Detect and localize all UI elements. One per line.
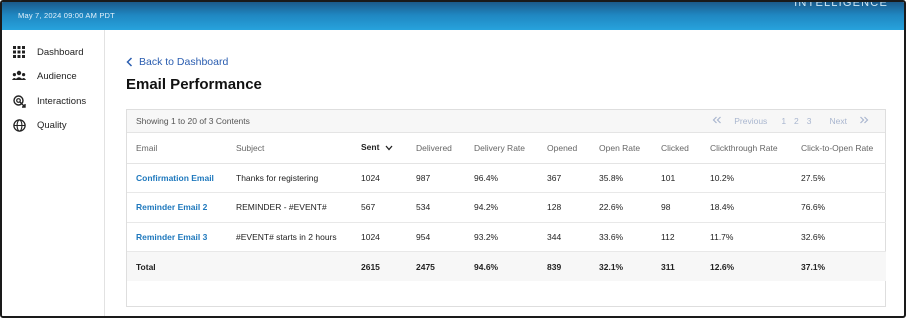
opened-cell: 367 — [538, 163, 590, 193]
page-title: Email Performance — [126, 76, 262, 93]
sidebar-item-interactions[interactable]: Interactions — [12, 93, 86, 109]
click-to-open-rate-cell: 76.6% — [792, 192, 886, 223]
click-to-open-rate-cell: 27.5% — [792, 163, 886, 193]
top-bar: May 7, 2024 09:00 AM PDT INTELLIGENCE — [2, 2, 904, 30]
results-count: Showing 1 to 20 of 3 Contents — [136, 116, 250, 126]
column-header-email[interactable]: Email — [127, 133, 227, 164]
subject-cell: Thanks for registering — [227, 163, 352, 193]
column-header-open-rate[interactable]: Open Rate — [590, 133, 652, 164]
open-rate-cell: 33.6% — [590, 222, 652, 252]
header-datetime: May 7, 2024 09:00 AM PDT — [18, 11, 115, 20]
app-window: May 7, 2024 09:00 AM PDT INTELLIGENCE Da… — [0, 0, 906, 318]
subject-cell — [227, 251, 352, 281]
sidebar-item-dashboard[interactable]: Dashboard — [12, 44, 83, 60]
sidebar: Dashboard Audience Interactions Quality — [2, 30, 105, 316]
column-header-delivered[interactable]: Delivered — [407, 133, 465, 164]
clicked-cell: 311 — [652, 251, 701, 281]
last-page-icon[interactable] — [859, 116, 869, 126]
delivery-rate-cell: 94.2% — [465, 192, 538, 223]
clicked-cell: 98 — [652, 192, 701, 223]
column-header-clicked[interactable]: Clicked — [652, 133, 701, 164]
table-row: Reminder Email 2 REMINDER - #EVENT# 567 … — [127, 192, 886, 223]
grid-icon — [12, 45, 26, 59]
brand-text: INTELLIGENCE — [794, 0, 888, 9]
people-icon — [12, 69, 26, 83]
column-header-sent[interactable]: Sent — [352, 133, 407, 164]
column-header-label: Sent — [361, 142, 380, 153]
first-page-icon[interactable] — [712, 116, 722, 126]
delivery-rate-cell: 96.4% — [465, 163, 538, 193]
page-3-button[interactable]: 3 — [807, 116, 812, 126]
email-name-link[interactable]: Confirmation Email — [127, 163, 227, 193]
delivery-rate-cell: 94.6% — [465, 251, 538, 281]
opened-cell: 344 — [538, 222, 590, 252]
delivered-cell: 534 — [407, 192, 465, 223]
pagination: Previous 1 2 3 Next — [708, 116, 873, 126]
sidebar-item-quality[interactable]: Quality — [12, 117, 67, 133]
total-label: Total — [127, 251, 227, 281]
interactions-icon — [12, 94, 26, 108]
delivery-rate-cell: 93.2% — [465, 222, 538, 252]
clickthrough-rate-cell: 10.2% — [701, 163, 792, 193]
email-name-link[interactable]: Reminder Email 2 — [127, 192, 227, 223]
sent-cell: 567 — [352, 192, 407, 223]
globe-icon — [12, 118, 26, 132]
sent-cell: 1024 — [352, 222, 407, 252]
main-content: Back to Dashboard Email Performance Show… — [106, 30, 904, 316]
back-link-label: Back to Dashboard — [139, 56, 229, 68]
sort-descending-icon — [385, 143, 393, 153]
clickthrough-rate-cell: 11.7% — [701, 222, 792, 252]
table-total-row: Total 2615 2475 94.6% 839 32.1% 311 12.6… — [127, 251, 886, 281]
delivered-cell: 954 — [407, 222, 465, 252]
column-header-click-to-open-rate[interactable]: Click-to-Open Rate — [792, 133, 886, 164]
table-toolbar: Showing 1 to 20 of 3 Contents Previous 1… — [127, 110, 885, 133]
page-2-button[interactable]: 2 — [794, 116, 799, 126]
column-header-delivery-rate[interactable]: Delivery Rate — [465, 133, 538, 164]
sidebar-item-audience[interactable]: Audience — [12, 68, 77, 84]
opened-cell: 128 — [538, 192, 590, 223]
open-rate-cell: 35.8% — [590, 163, 652, 193]
open-rate-cell: 22.6% — [590, 192, 652, 223]
click-to-open-rate-cell: 37.1% — [792, 251, 886, 281]
table-header-row: Email Subject Sent Delivered Delivery Ra… — [127, 133, 886, 164]
clicked-cell: 101 — [652, 163, 701, 193]
subject-cell: REMINDER - #EVENT# — [227, 192, 352, 223]
column-header-opened[interactable]: Opened — [538, 133, 590, 164]
sent-cell: 1024 — [352, 163, 407, 193]
chevron-left-icon — [126, 57, 133, 67]
column-header-subject[interactable]: Subject — [227, 133, 352, 164]
subject-cell: #EVENT# starts in 2 hours — [227, 222, 352, 252]
back-to-dashboard-link[interactable]: Back to Dashboard — [126, 56, 228, 68]
page-1-button[interactable]: 1 — [781, 116, 786, 126]
table-row: Reminder Email 3 #EVENT# starts in 2 hou… — [127, 222, 886, 252]
next-page-button[interactable]: Next — [830, 116, 847, 126]
sidebar-item-label: Audience — [37, 70, 77, 82]
column-header-clickthrough-rate[interactable]: Clickthrough Rate — [701, 133, 792, 164]
previous-page-button[interactable]: Previous — [734, 116, 767, 126]
sidebar-item-label: Quality — [37, 119, 67, 131]
delivered-cell: 987 — [407, 163, 465, 193]
clickthrough-rate-cell: 12.6% — [701, 251, 792, 281]
email-performance-table: Email Subject Sent Delivered Delivery Ra… — [127, 133, 886, 281]
click-to-open-rate-cell: 32.6% — [792, 222, 886, 252]
email-name-link[interactable]: Reminder Email 3 — [127, 222, 227, 252]
table-row: Confirmation Email Thanks for registerin… — [127, 163, 886, 193]
email-performance-table-card: Showing 1 to 20 of 3 Contents Previous 1… — [126, 109, 886, 307]
opened-cell: 839 — [538, 251, 590, 281]
sidebar-item-label: Interactions — [37, 95, 87, 107]
delivered-cell: 2475 — [407, 251, 465, 281]
sidebar-item-label: Dashboard — [37, 46, 84, 58]
sent-cell: 2615 — [352, 251, 407, 281]
clickthrough-rate-cell: 18.4% — [701, 192, 792, 223]
clicked-cell: 112 — [652, 222, 701, 252]
open-rate-cell: 32.1% — [590, 251, 652, 281]
